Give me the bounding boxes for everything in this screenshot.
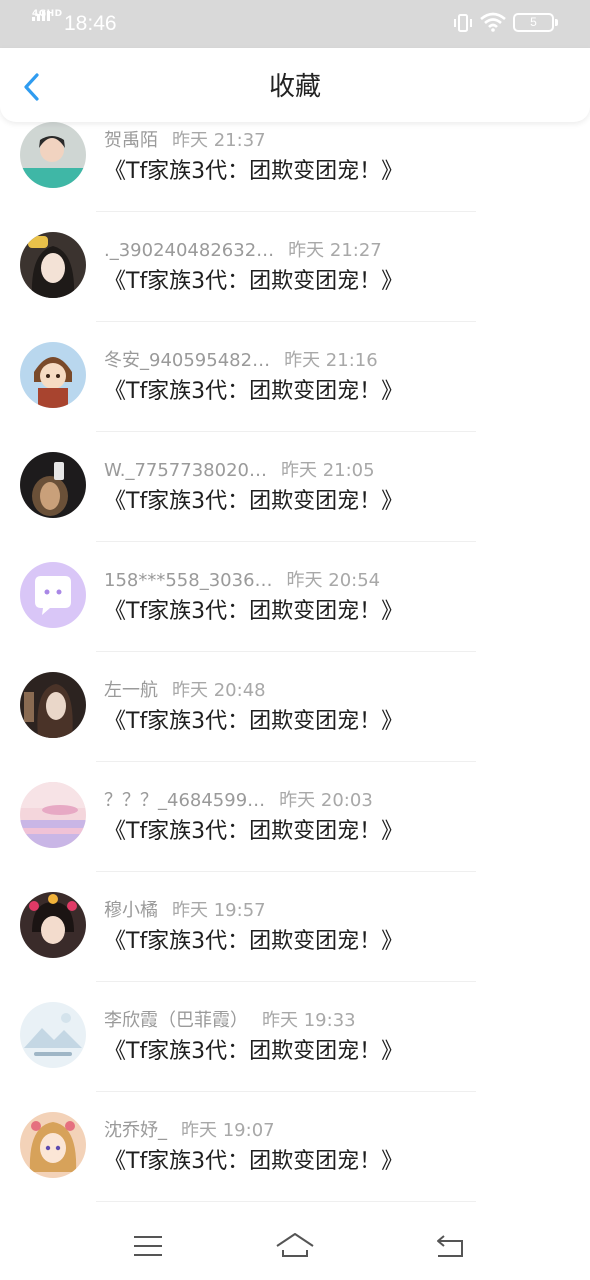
list-item[interactable]: ？？？_4684599… 昨天 20:03 《Tf家族3代：团欺变团宠！》 xyxy=(0,782,590,892)
username: 左一航 xyxy=(104,680,158,701)
list-item[interactable]: ._390240482632… 昨天 21:27 《Tf家族3代：团欺变团宠！》 xyxy=(0,232,590,342)
avatar xyxy=(20,672,86,738)
story-title: 《Tf家族3代：团欺变团宠！》 xyxy=(104,1149,404,1174)
item-meta: ？？？_4684599… 昨天 20:03 xyxy=(104,790,373,812)
list-item[interactable]: 李欣霞（巴菲霞） 昨天 19:33 《Tf家族3代：团欺变团宠！》 xyxy=(0,1002,590,1112)
divider xyxy=(96,321,476,322)
back-icon xyxy=(437,1235,463,1257)
battery-icon: 5 xyxy=(513,13,558,32)
list-item[interactable]: 冬安_940595482… 昨天 21:16 《Tf家族3代：团欺变团宠！》 xyxy=(0,342,590,452)
timestamp: 昨天 21:05 xyxy=(280,460,375,481)
username: ？？？_4684599… xyxy=(104,790,266,811)
item-meta: 左一航 昨天 20:48 xyxy=(104,680,266,702)
status-bar: 4GHD 18:46 5 xyxy=(0,0,590,48)
story-title: 《Tf家族3代：团欺变团宠！》 xyxy=(104,709,404,734)
item-meta: 沈乔妤_ 昨天 19:07 xyxy=(104,1120,275,1142)
username: 穆小橘 xyxy=(104,900,158,921)
avatar xyxy=(20,122,86,188)
username: 冬安_940595482… xyxy=(104,350,271,371)
favorites-list: 贺禹陌 昨天 21:37 《Tf家族3代：团欺变团宠！》 ._3902404826… xyxy=(0,122,590,1212)
home-button[interactable] xyxy=(275,1228,315,1264)
item-meta: ._390240482632… 昨天 21:27 xyxy=(104,240,382,262)
avatar xyxy=(20,782,86,848)
system-nav-bar xyxy=(0,1212,590,1280)
wifi-icon xyxy=(480,12,506,32)
divider xyxy=(96,541,476,542)
list-item[interactable]: 左一航 昨天 20:48 《Tf家族3代：团欺变团宠！》 xyxy=(0,672,590,782)
timestamp: 昨天 19:33 xyxy=(262,1010,356,1031)
story-title: 《Tf家族3代：团欺变团宠！》 xyxy=(104,159,404,184)
list-item[interactable]: 贺禹陌 昨天 21:37 《Tf家族3代：团欺变团宠！》 xyxy=(0,122,590,232)
back-nav-button[interactable] xyxy=(430,1228,470,1264)
story-title: 《Tf家族3代：团欺变团宠！》 xyxy=(104,929,404,954)
list-item[interactable]: 穆小橘 昨天 19:57 《Tf家族3代：团欺变团宠！》 xyxy=(0,892,590,1002)
item-meta: 李欣霞（巴菲霞） 昨天 19:33 xyxy=(104,1010,356,1032)
item-meta: 冬安_940595482… 昨天 21:16 xyxy=(104,350,378,372)
username: 李欣霞（巴菲霞） xyxy=(104,1010,248,1031)
timestamp: 昨天 20:54 xyxy=(286,570,381,591)
item-meta: 158***558_3036… 昨天 20:54 xyxy=(104,570,380,592)
menu-button[interactable] xyxy=(128,1228,168,1264)
username: ._390240482632… xyxy=(104,240,275,261)
username: 158***558_3036… xyxy=(104,570,273,591)
list-item[interactable]: W._7757738020… 昨天 21:05 《Tf家族3代：团欺变团宠！》 xyxy=(0,452,590,562)
app-screen: 4GHD 18:46 5 收藏 xyxy=(0,0,590,1280)
page-title: 收藏 xyxy=(268,72,321,102)
battery-level: 5 xyxy=(530,15,537,29)
timestamp: 昨天 19:57 xyxy=(172,900,266,921)
menu-icon xyxy=(134,1236,162,1256)
story-title: 《Tf家族3代：团欺变团宠！》 xyxy=(104,489,404,514)
item-meta: 贺禹陌 昨天 21:37 xyxy=(104,130,266,152)
timestamp: 昨天 21:37 xyxy=(172,130,266,151)
list-item[interactable]: 158***558_3036… 昨天 20:54 《Tf家族3代：团欺变团宠！》 xyxy=(0,562,590,672)
avatar xyxy=(20,452,86,518)
top-bar: 收藏 xyxy=(0,48,590,122)
timestamp: 昨天 21:16 xyxy=(284,350,378,371)
divider xyxy=(96,1201,476,1202)
list-item[interactable]: 沈乔妤_ 昨天 19:07 《Tf家族3代：团欺变团宠！》 xyxy=(0,1112,590,1212)
divider xyxy=(96,431,476,432)
vibrate-icon xyxy=(454,14,472,32)
avatar xyxy=(20,232,86,298)
avatar xyxy=(20,562,86,628)
story-title: 《Tf家族3代：团欺变团宠！》 xyxy=(104,379,404,404)
username: 贺禹陌 xyxy=(104,130,158,151)
divider xyxy=(96,981,476,982)
status-time: 18:46 xyxy=(64,12,117,35)
timestamp: 昨天 20:03 xyxy=(279,790,373,811)
divider xyxy=(96,871,476,872)
story-title: 《Tf家族3代：团欺变团宠！》 xyxy=(104,819,404,844)
divider xyxy=(96,651,476,652)
divider xyxy=(96,211,476,212)
avatar xyxy=(20,342,86,408)
avatar xyxy=(20,1002,86,1068)
home-icon xyxy=(276,1233,314,1257)
story-title: 《Tf家族3代：团欺变团宠！》 xyxy=(104,599,404,624)
story-title: 《Tf家族3代：团欺变团宠！》 xyxy=(104,1039,404,1064)
username: 沈乔妤_ xyxy=(104,1120,167,1141)
divider xyxy=(96,761,476,762)
timestamp: 昨天 19:07 xyxy=(181,1120,275,1141)
timestamp: 昨天 20:48 xyxy=(172,680,266,701)
item-meta: 穆小橘 昨天 19:57 xyxy=(104,900,266,922)
timestamp: 昨天 21:27 xyxy=(288,240,382,261)
story-title: 《Tf家族3代：团欺变团宠！》 xyxy=(104,269,404,294)
avatar xyxy=(20,892,86,958)
divider xyxy=(96,1091,476,1092)
item-meta: W._7757738020… 昨天 21:05 xyxy=(104,460,375,482)
username: W._7757738020… xyxy=(104,460,267,481)
avatar xyxy=(20,1112,86,1178)
